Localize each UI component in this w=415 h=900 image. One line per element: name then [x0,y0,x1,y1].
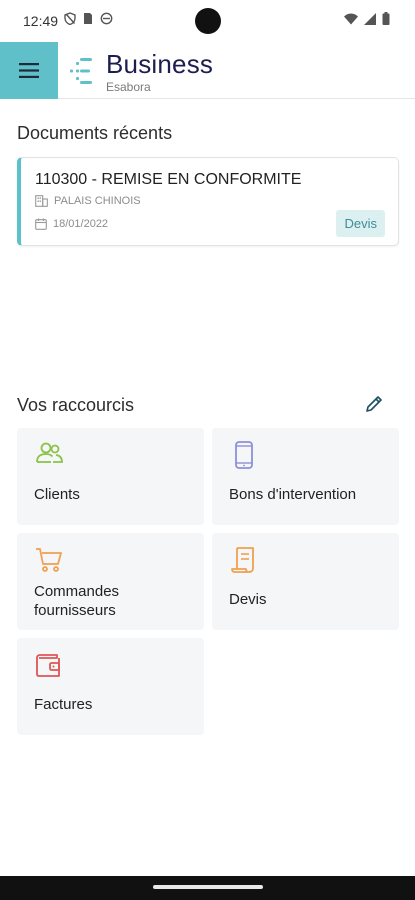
wallet-icon [36,654,60,677]
shortcut-factures[interactable]: Factures [17,638,204,735]
status-bar: 12:49 [0,0,415,42]
wifi-icon [344,13,358,24]
home-gesture-handle[interactable] [153,885,263,889]
document-location: PALAIS CHINOIS [35,195,141,207]
shopping-cart-icon [36,548,62,572]
shortcut-bons-intervention[interactable]: Bons d'intervention [212,428,399,525]
battery-icon [382,12,390,25]
shortcut-clients[interactable]: Clients [17,428,204,525]
document-location-text: PALAIS CHINOIS [54,195,141,207]
building-icon [35,195,48,207]
app-title: Business [106,49,214,79]
document-date: 18/01/2022 [35,218,108,230]
quote-document-icon [231,547,254,573]
status-time: 12:49 [23,13,59,29]
status-icons-right [344,12,390,25]
sim-card-icon [84,13,92,24]
shortcut-commandes-fournisseurs[interactable]: Commandes fournisseurs [17,533,204,630]
shield-off-icon [64,12,76,25]
signal-icon [364,12,376,25]
circle-clock-icon [100,12,113,25]
hamburger-menu-icon [19,63,39,78]
shortcut-label: Bons d'intervention [229,486,357,503]
status-icons-left [64,12,113,25]
app-subtitle: Esabora [106,80,151,94]
shortcuts-title: Vos raccourcis [17,395,135,415]
esabora-logo [70,58,92,84]
camera-cutout [195,8,221,34]
menu-button[interactable] [0,42,58,99]
calendar-icon [35,218,47,230]
users-icon [36,442,63,463]
document-title: 110300 - REMISE EN CONFORMITE [35,171,302,188]
system-navigation-bar [0,876,415,900]
shortcut-label: Commandes fournisseurs [34,583,120,619]
shortcut-label: Factures [34,696,93,713]
smartphone-icon [235,441,253,469]
shortcut-label: Clients [34,486,80,503]
recent-document-card[interactable]: 110300 - REMISE EN CONFORMITE PALAIS CHI… [17,157,399,246]
recent-documents-title: Documents récents [17,123,173,143]
document-date-text: 18/01/2022 [53,218,109,230]
shortcut-label: Devis [229,591,267,608]
document-type-badge: Devis [336,210,385,237]
pencil-icon[interactable] [364,394,384,414]
shortcut-devis[interactable]: Devis [212,533,399,630]
app-bar: Business Esabora [0,42,415,99]
